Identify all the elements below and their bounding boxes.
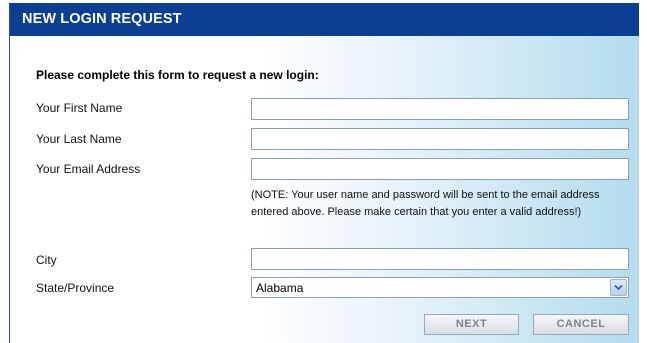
last-name-label: Your Last Name (36, 132, 122, 146)
state-label: State/Province (36, 281, 115, 295)
email-label: Your Email Address (36, 162, 141, 176)
login-request-panel: NEW LOGIN REQUEST Please complete this f… (9, 3, 639, 343)
cancel-button[interactable]: CANCEL (533, 314, 629, 335)
next-button[interactable]: NEXT (424, 314, 519, 335)
state-select[interactable]: Alabama (251, 277, 629, 298)
email-note: (NOTE: Your user name and password will … (251, 189, 600, 218)
state-select-value: Alabama (256, 281, 304, 295)
city-input[interactable] (251, 248, 629, 270)
panel-header: NEW LOGIN REQUEST (10, 3, 639, 36)
form-intro: Please complete this form to request a n… (36, 68, 319, 82)
city-label: City (36, 253, 57, 267)
email-input[interactable] (251, 158, 629, 180)
last-name-input[interactable] (251, 128, 629, 150)
chevron-down-icon (614, 284, 623, 291)
dropdown-button[interactable] (610, 279, 627, 296)
first-name-input[interactable] (251, 98, 629, 120)
first-name-label: Your First Name (36, 101, 123, 115)
